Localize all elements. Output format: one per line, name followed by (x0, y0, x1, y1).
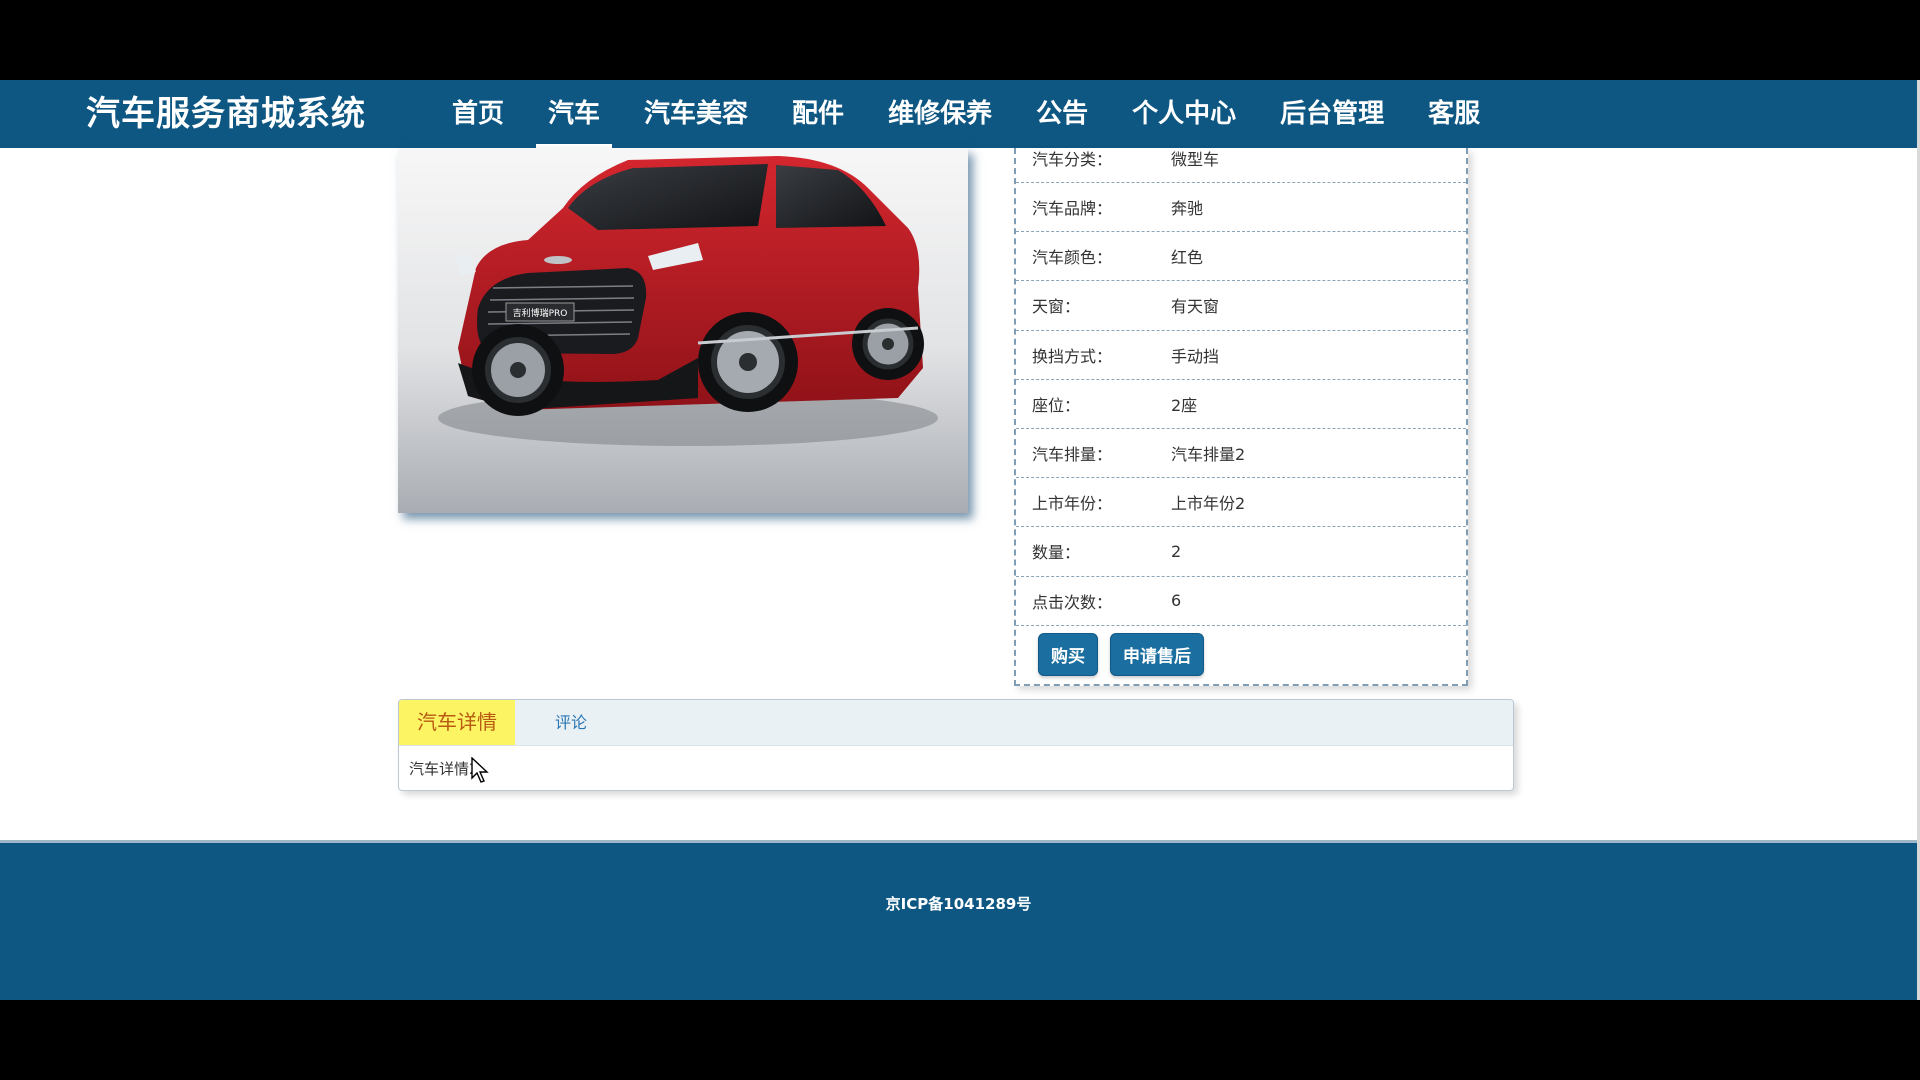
detail-value: 手动挡 (1171, 346, 1220, 366)
detail-value: 6 (1171, 591, 1182, 611)
screen-frame: 汽车服务商城系统 首页 汽车 汽车美容 配件 维修保养 公告 个人中心 后台管理… (0, 0, 1920, 1080)
detail-value: 2座 (1171, 395, 1198, 415)
buy-button[interactable]: 购买 (1038, 633, 1098, 677)
browser-page: 汽车服务商城系统 首页 汽车 汽车美容 配件 维修保养 公告 个人中心 后台管理… (0, 80, 1917, 1000)
nav-item-parts[interactable]: 配件 (770, 80, 866, 148)
license-plate-text: 吉利博瑞PRO (513, 307, 568, 319)
detail-label: 汽车分类： (1032, 150, 1113, 169)
car-image: 吉利博瑞PRO (398, 148, 968, 513)
after-sales-button[interactable]: 申请售后 (1110, 633, 1204, 677)
detail-label: 汽车品牌： (1032, 199, 1113, 219)
tab-bar: 汽车详情 评论 (399, 700, 1513, 746)
car-details-table: 汽车分类： 微型车 汽车品牌： 奔驰 汽车颜色： 红色 天窗： 有天窗 换挡方式… (1014, 148, 1468, 686)
action-bar: 购买 申请售后 (1016, 626, 1466, 684)
detail-label: 换挡方式： (1032, 346, 1113, 366)
nav-item-maintenance[interactable]: 维修保养 (866, 80, 1014, 148)
detail-row: 汽车颜色： 红色 (1016, 232, 1466, 282)
nav-item-profile[interactable]: 个人中心 (1110, 80, 1258, 148)
tab-content: 汽车详情2 (409, 760, 479, 778)
detail-label: 座位： (1032, 395, 1081, 415)
site-footer: 京ICP备1041289号 (0, 840, 1917, 1000)
detail-row: 天窗： 有天窗 (1016, 281, 1466, 331)
site-title: 汽车服务商城系统 (86, 94, 366, 134)
detail-row: 点击次数： 6 (1016, 577, 1466, 626)
tab-car-details[interactable]: 汽车详情 (399, 700, 515, 745)
detail-label: 点击次数： (1032, 592, 1113, 612)
nav-item-cars[interactable]: 汽车 (526, 80, 622, 148)
nav-item-admin[interactable]: 后台管理 (1258, 80, 1406, 148)
detail-value: 2 (1171, 541, 1182, 561)
detail-value: 汽车排量2 (1171, 445, 1246, 465)
detail-value: 上市年份2 (1171, 494, 1246, 514)
details-tabs: 汽车详情 评论 汽车详情2 (398, 699, 1514, 791)
detail-label: 天窗： (1032, 297, 1081, 317)
nav-item-home[interactable]: 首页 (430, 80, 526, 148)
main-nav: 首页 汽车 汽车美容 配件 维修保养 公告 个人中心 后台管理 客服 (430, 80, 1502, 148)
nav-item-car-beauty[interactable]: 汽车美容 (622, 80, 770, 148)
detail-row: 汽车品牌： 奔驰 (1016, 183, 1466, 233)
detail-value: 有天窗 (1171, 297, 1220, 317)
detail-label: 汽车排量： (1032, 445, 1113, 465)
site-header: 汽车服务商城系统 首页 汽车 汽车美容 配件 维修保养 公告 个人中心 后台管理… (0, 80, 1917, 148)
detail-value: 奔驰 (1171, 199, 1204, 219)
detail-value: 红色 (1171, 248, 1204, 268)
detail-row: 座位： 2座 (1016, 380, 1466, 429)
detail-row: 上市年份： 上市年份2 (1016, 478, 1466, 528)
mouse-cursor-icon (471, 757, 489, 783)
car-photo: 吉利博瑞PRO (398, 148, 968, 513)
detail-row: 汽车分类： 微型车 (1016, 148, 1466, 183)
detail-row: 数量： 2 (1016, 527, 1466, 577)
nav-item-announcements[interactable]: 公告 (1014, 80, 1110, 148)
detail-label: 上市年份： (1032, 494, 1113, 514)
detail-value: 微型车 (1171, 150, 1220, 169)
detail-row: 换挡方式： 手动挡 (1016, 331, 1466, 380)
nav-item-support[interactable]: 客服 (1406, 80, 1502, 148)
icp-license: 京ICP备1041289号 (885, 895, 1032, 913)
detail-label: 数量： (1032, 543, 1081, 563)
tab-comments[interactable]: 评论 (537, 700, 605, 745)
detail-label: 汽车颜色： (1032, 248, 1113, 268)
detail-row: 汽车排量： 汽车排量2 (1016, 429, 1466, 479)
